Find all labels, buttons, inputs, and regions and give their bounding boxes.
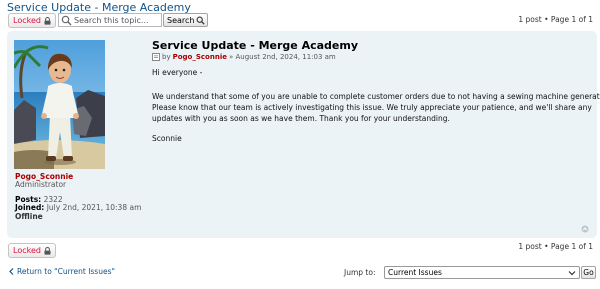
post-icon[interactable] [152,53,160,61]
return-to-forum-link[interactable]: Return to "Current Issues" [9,267,115,276]
jump-to-label: Jump to: [344,268,376,277]
post-meta: by Pogo_Sconnie » August 2nd, 2024, 11:0… [152,53,336,61]
post-author-link[interactable]: Pogo_Sconnie [173,53,227,61]
search-topic-box[interactable] [58,13,162,27]
jump-to-selected: Current Issues [388,268,442,277]
joined-label: Joined: [15,203,45,212]
post-title[interactable]: Service Update - Merge Academy [152,39,358,52]
chevron-down-icon [568,271,576,276]
return-link-label: Return to "Current Issues" [17,267,115,276]
locked-button-bottom[interactable]: Locked [8,243,56,258]
post-line-1: We understand that some of you are unabl… [152,92,600,101]
search-button-label: Search [167,15,195,25]
profile-joined: Joined: July 2nd, 2021, 10:38 am [15,203,141,212]
online-status: Offline [15,212,43,221]
avatar [14,40,105,169]
post-date: » August 2nd, 2024, 11:03 am [228,53,336,61]
locked-label: Locked [13,246,41,255]
go-button[interactable]: Go [581,266,596,279]
lock-icon [44,16,51,25]
profile-rank: Administrator [15,180,67,189]
post-line-3: updates with you as soon as we have them… [152,114,450,123]
post-line-2: Please know that our team is actively in… [152,103,592,112]
pagination-bottom: 1 post • Page 1 of 1 [518,242,593,251]
search-icon [197,16,206,25]
search-icon [61,15,72,25]
lock-icon [44,246,51,255]
joined-value: July 2nd, 2021, 10:38 am [46,203,142,212]
chevron-left-icon [9,268,14,275]
post-signature: Sconnie [152,134,182,143]
post-meta-by: by [162,53,171,61]
post-line-greeting: Hi everyone - [152,68,203,77]
locked-label: Locked [13,16,41,25]
pagination-top: 1 post • Page 1 of 1 [518,15,593,24]
back-to-top-icon[interactable] [581,225,589,233]
jump-to-select[interactable]: Current Issues [384,266,580,279]
search-topic-input[interactable] [74,14,160,26]
locked-button-top[interactable]: Locked [8,13,56,28]
search-button[interactable]: Search [163,13,209,27]
